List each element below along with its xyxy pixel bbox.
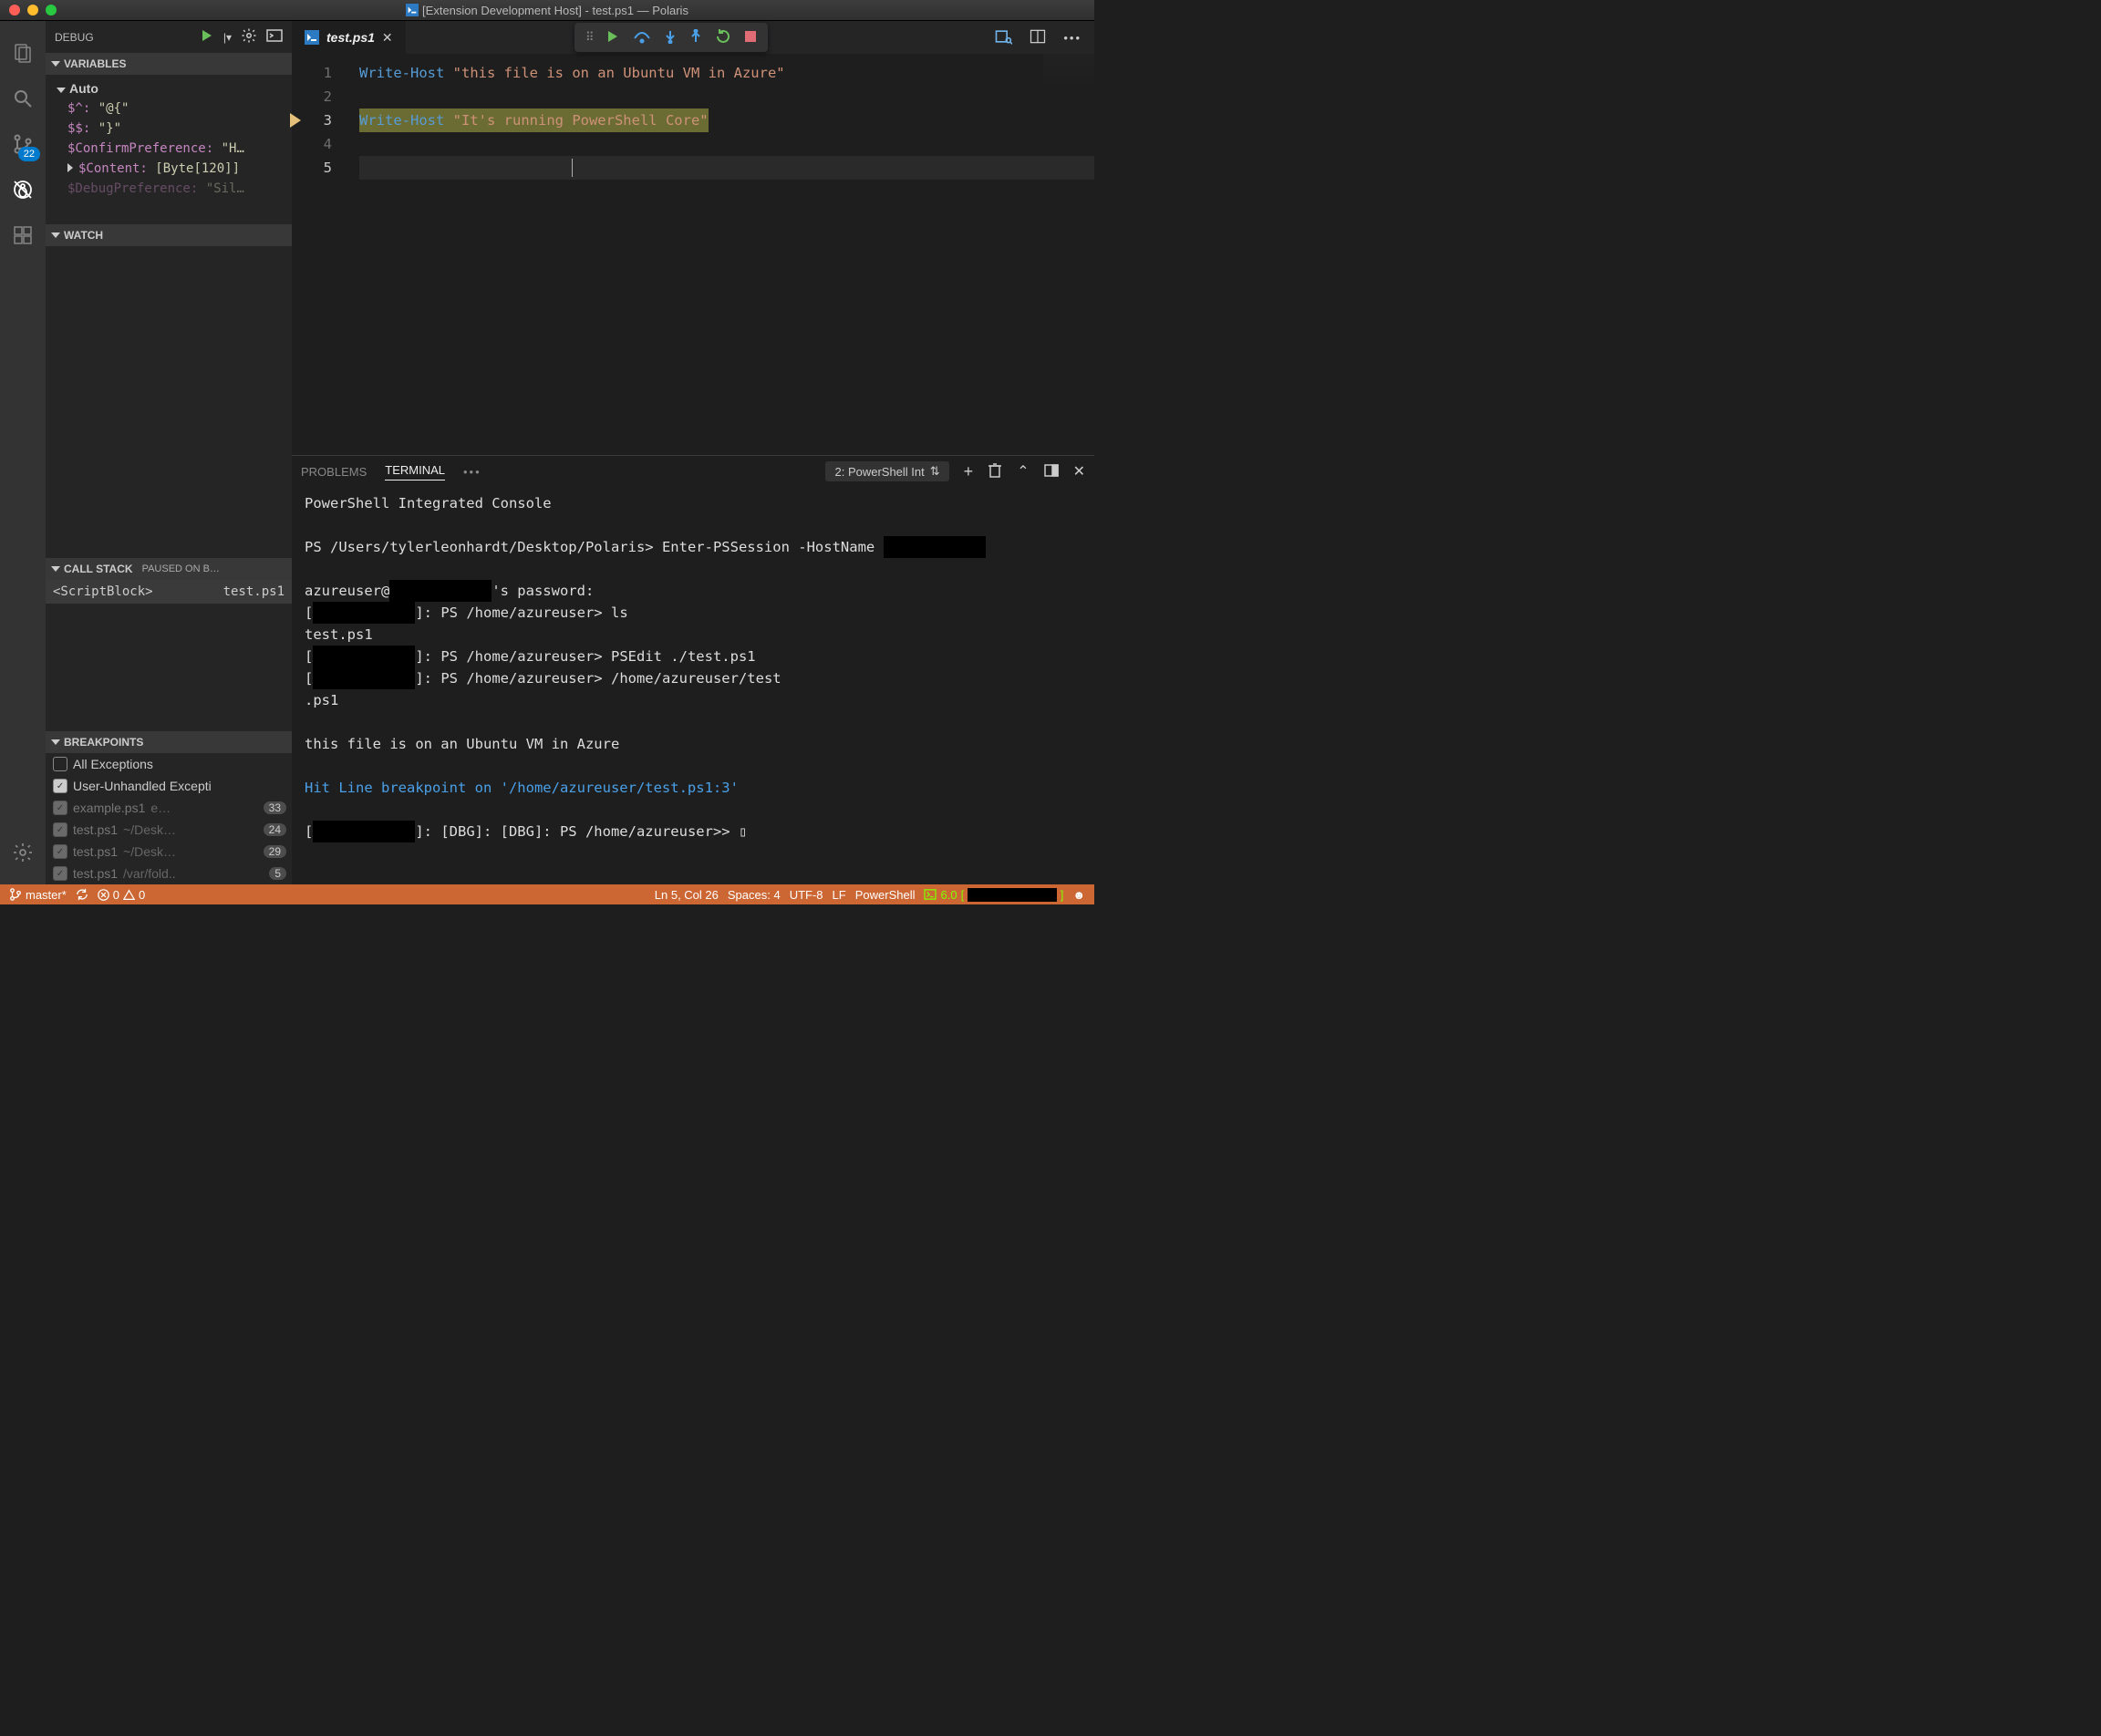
step-out-button[interactable] xyxy=(689,29,702,46)
start-debug-button[interactable] xyxy=(200,28,214,46)
checkbox-icon[interactable]: ✓ xyxy=(53,866,67,881)
window-title: [Extension Development Host] - test.ps1 … xyxy=(0,4,1094,17)
source-control-icon[interactable]: 22 xyxy=(0,121,46,167)
sync-icon[interactable] xyxy=(76,888,88,901)
tab-problems[interactable]: PROBLEMS xyxy=(301,465,367,479)
feedback-icon[interactable]: ☻ xyxy=(1072,888,1085,902)
more-actions-icon[interactable]: ••• xyxy=(1063,31,1082,45)
breakpoint-row[interactable]: ✓ example.ps1 e… 33 xyxy=(46,797,292,819)
cursor-position[interactable]: Ln 5, Col 26 xyxy=(655,888,719,902)
variables-section-header[interactable]: VARIABLES xyxy=(46,53,292,75)
encoding-status[interactable]: UTF-8 xyxy=(790,888,823,902)
panel-more-icon[interactable]: ••• xyxy=(463,465,481,479)
checkbox-icon[interactable]: ✓ xyxy=(53,844,67,859)
breakpoint-row[interactable]: ✓ test.ps1 /var/fold.. 5 xyxy=(46,863,292,884)
drag-handle-icon[interactable]: ⠿ xyxy=(585,30,593,45)
new-terminal-icon[interactable]: + xyxy=(964,462,974,481)
debug-settings-icon[interactable] xyxy=(241,27,257,46)
line-gutter: 1 2 3 4 5 xyxy=(292,54,337,455)
checkbox-icon[interactable]: ✓ xyxy=(53,822,67,837)
kill-terminal-icon[interactable] xyxy=(988,462,1002,481)
breakpoint-row[interactable]: ✓ test.ps1 ~/Desk… 29 xyxy=(46,841,292,863)
current-instruction-pointer-icon xyxy=(290,113,301,128)
breakpoint-row[interactable]: ✓ User-Unhandled Excepti xyxy=(46,775,292,797)
maximize-panel-icon[interactable]: ⌃ xyxy=(1017,462,1029,480)
bottom-panel: PROBLEMS TERMINAL ••• 2: PowerShell Int … xyxy=(292,455,1094,884)
minimap[interactable] xyxy=(1043,54,1094,90)
continue-button[interactable] xyxy=(605,29,620,46)
split-editor-icon[interactable] xyxy=(1029,27,1047,48)
variable-row[interactable]: $$: "}" xyxy=(51,119,286,139)
debug-toolbar[interactable]: ⠿ xyxy=(574,23,768,52)
watch-section-header[interactable]: WATCH xyxy=(46,224,292,246)
step-into-button[interactable] xyxy=(664,29,677,46)
callstack-section-header[interactable]: CALL STACK PAUSED ON B… xyxy=(46,558,292,580)
breakpoints-section-header[interactable]: BREAKPOINTS xyxy=(46,731,292,753)
terminal-selector[interactable]: 2: PowerShell Int ⇅ xyxy=(825,461,948,481)
terminal[interactable]: PowerShell Integrated Console PS /Users/… xyxy=(292,487,1094,884)
editor-group: test.ps1 ✕ ••• ⠿ xyxy=(292,21,1094,884)
checkbox-icon[interactable]: ✓ xyxy=(53,779,67,793)
debug-sidebar: DEBUG |▾ VARIABLES Auto $^: "@{" $$: "}"… xyxy=(46,21,292,884)
stop-button[interactable] xyxy=(744,30,757,46)
extensions-icon[interactable] xyxy=(0,212,46,258)
debug-title: DEBUG xyxy=(55,31,94,44)
variable-row[interactable]: $Content: [Byte[120]] xyxy=(51,159,286,179)
step-over-button[interactable] xyxy=(633,29,651,46)
debug-icon[interactable] xyxy=(0,167,46,212)
breakpoint-row[interactable]: All Exceptions xyxy=(46,753,292,775)
tab-terminal[interactable]: TERMINAL xyxy=(385,463,445,480)
auto-scope[interactable]: Auto xyxy=(51,78,286,98)
debug-console-icon[interactable] xyxy=(266,29,283,45)
variable-row[interactable]: $^: "@{" xyxy=(51,98,286,119)
pause-reason: PAUSED ON B… xyxy=(142,563,220,574)
tab-test-ps1[interactable]: test.ps1 ✕ xyxy=(292,21,406,54)
checkbox-icon[interactable]: ✓ xyxy=(53,801,67,815)
indentation-status[interactable]: Spaces: 4 xyxy=(728,888,781,902)
status-bar: master* 0 0 Ln 5, Col 26 Spaces: 4 UTF-8… xyxy=(0,884,1094,904)
search-icon[interactable] xyxy=(0,76,46,121)
powershell-version[interactable]: 6.0 [xxxxxxxxxxxxxxx] xyxy=(924,888,1063,902)
explorer-icon[interactable] xyxy=(0,30,46,76)
restart-button[interactable] xyxy=(715,28,731,47)
git-branch[interactable]: master* xyxy=(9,888,67,902)
close-tab-icon[interactable]: ✕ xyxy=(382,30,393,46)
problems-status[interactable]: 0 0 xyxy=(98,888,145,902)
code-editor[interactable]: 1 2 3 4 5 Write-Host "this file is on an… xyxy=(292,54,1094,455)
settings-gear-icon[interactable] xyxy=(0,830,46,875)
activity-bar: 22 xyxy=(0,21,46,884)
close-panel-icon[interactable]: ✕ xyxy=(1073,462,1085,480)
find-in-editor-icon[interactable] xyxy=(994,27,1012,48)
variable-row[interactable]: $DebugPreference: "Sil… xyxy=(51,179,286,199)
scm-badge: 22 xyxy=(18,147,40,161)
titlebar: [Extension Development Host] - test.ps1 … xyxy=(0,0,1094,21)
callstack-frame[interactable]: <ScriptBlock> test.ps1 xyxy=(46,580,292,604)
eol-status[interactable]: LF xyxy=(833,888,846,902)
variable-row[interactable]: $ConfirmPreference: "H… xyxy=(51,139,286,159)
breakpoint-row[interactable]: ✓ test.ps1 ~/Desk… 24 xyxy=(46,819,292,841)
move-panel-icon[interactable] xyxy=(1044,464,1059,480)
checkbox-icon[interactable] xyxy=(53,757,67,771)
debug-config-picker[interactable]: |▾ xyxy=(223,31,232,44)
language-status[interactable]: PowerShell xyxy=(855,888,916,902)
